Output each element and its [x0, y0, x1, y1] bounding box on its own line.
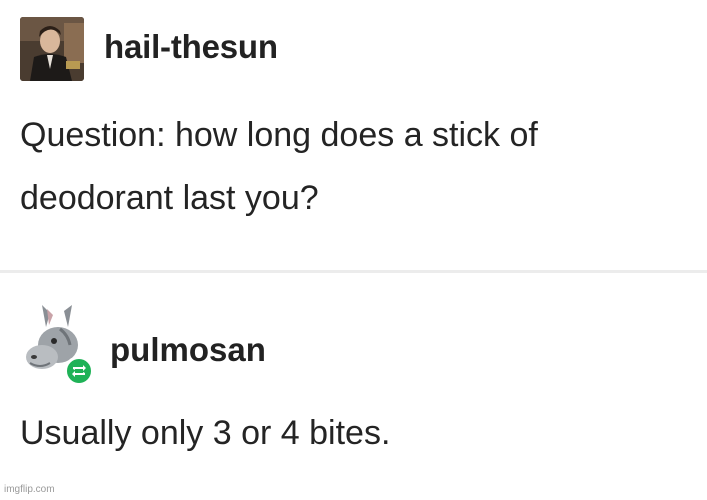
reply-text: Usually only 3 or 4 bites.: [20, 414, 391, 452]
reblog-badge: [64, 356, 94, 386]
post-text-line: deodorant last you?: [20, 179, 319, 217]
avatar-hail-thesun[interactable]: [20, 17, 84, 81]
reblog-icon: [72, 365, 86, 377]
person-avatar-icon: [20, 17, 84, 81]
username-pulmosan[interactable]: pulmosan: [110, 331, 266, 369]
post-text-line: Question: how long does a stick of: [20, 116, 538, 154]
tumblr-post-screenshot: hail-thesun Question: how long does a st…: [0, 0, 707, 500]
post-divider: [0, 270, 707, 273]
original-post: hail-thesun Question: how long does a st…: [0, 0, 707, 270]
imgflip-watermark: imgflip.com: [4, 484, 55, 495]
username-hail-thesun[interactable]: hail-thesun: [104, 28, 278, 66]
post-question-text: Question: how long does a stick of deodo…: [20, 104, 690, 230]
